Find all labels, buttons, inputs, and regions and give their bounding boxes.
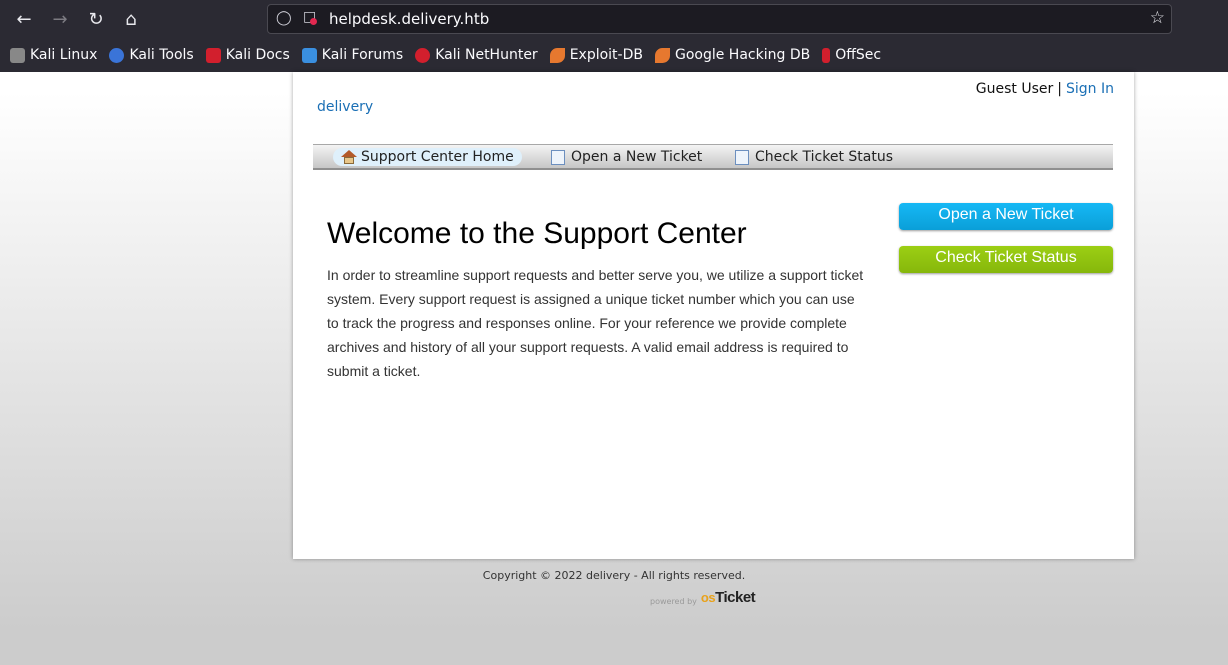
guest-user-label: Guest User xyxy=(975,81,1054,97)
bookmark-label: Kali Tools xyxy=(129,47,194,63)
osticket-logo-os: os xyxy=(700,590,716,605)
kali-nethunter-icon xyxy=(415,47,431,63)
copyright-text: Copyright © 2022 delivery - All rights r… xyxy=(482,569,746,582)
page-container: Guest User | Sign In delivery Support Cent… xyxy=(293,72,1134,559)
sign-in-link[interactable]: Sign In xyxy=(1066,81,1114,97)
home-icon[interactable]: ⌂ xyxy=(119,8,143,32)
shield-icon[interactable]: ◯ xyxy=(276,10,292,26)
forward-icon[interactable]: → xyxy=(48,8,72,32)
bookmark-label: Kali NetHunter xyxy=(435,47,538,63)
kali-dragon-icon xyxy=(10,47,25,63)
bookmark-offsec[interactable]: OffSec xyxy=(822,47,881,63)
main-nav: Support Center Home Open a New Ticket Ch… xyxy=(313,144,1113,170)
browser-toolbar: ← → ↻ ⌂ ◯ □ helpdesk.delivery.htb ☆ Kali… xyxy=(0,0,1228,72)
powered-by-label: powered by xyxy=(650,597,697,606)
main-content: Welcome to the Support Center In order t… xyxy=(327,217,867,383)
new-ticket-icon xyxy=(551,149,565,165)
bookmarks-bar: Kali Linux Kali Tools Kali Docs Kali For… xyxy=(10,44,881,66)
bookmark-label: Kali Docs xyxy=(225,47,290,63)
back-icon[interactable]: ← xyxy=(12,8,36,32)
nav-item-label: Open a New Ticket xyxy=(571,149,703,165)
home-icon xyxy=(341,149,357,165)
offsec-icon xyxy=(822,47,831,63)
kali-docs-icon xyxy=(205,47,221,63)
nav-item-label: Check Ticket Status xyxy=(755,149,893,165)
powered-by-osticket[interactable]: powered by osTicket xyxy=(650,589,756,606)
bookmark-kali-tools[interactable]: Kali Tools xyxy=(109,47,194,63)
url-text[interactable]: helpdesk.delivery.htb xyxy=(329,10,489,28)
bookmark-label: OffSec xyxy=(835,47,882,63)
exploit-db-icon xyxy=(549,47,565,63)
bookmark-label: Kali Linux xyxy=(30,47,98,63)
nav-support-center-home[interactable]: Support Center Home xyxy=(333,148,522,166)
ticket-status-icon xyxy=(735,149,749,165)
bookmark-label: Google Hacking DB xyxy=(674,47,811,63)
bookmark-kali-docs[interactable]: Kali Docs xyxy=(205,47,290,63)
check-ticket-status-button[interactable]: Check Ticket Status xyxy=(899,246,1113,273)
open-new-ticket-button[interactable]: Open a New Ticket xyxy=(899,203,1113,230)
user-area: Guest User | Sign In xyxy=(976,81,1114,97)
osticket-logo: osTicket xyxy=(700,589,756,606)
kali-tools-icon xyxy=(109,47,125,63)
welcome-text: In order to streamline support requests … xyxy=(327,267,864,379)
page-title: Welcome to the Support Center xyxy=(327,217,747,250)
osticket-logo-ticket: Ticket xyxy=(715,589,756,606)
bookmark-label: Kali Forums xyxy=(321,47,404,63)
bookmark-kali-nethunter[interactable]: Kali NetHunter xyxy=(415,47,538,63)
bookmark-kali-linux[interactable]: Kali Linux xyxy=(10,47,97,63)
site-logo[interactable]: delivery xyxy=(317,99,373,115)
separator: | xyxy=(1057,81,1062,97)
bookmark-star-icon[interactable]: ☆ xyxy=(1150,8,1165,28)
nav-check-ticket-status[interactable]: Check Ticket Status xyxy=(727,148,901,166)
bookmark-kali-forums[interactable]: Kali Forums xyxy=(301,47,404,63)
bookmark-exploit-db[interactable]: Exploit-DB xyxy=(549,47,643,63)
nav-open-new-ticket[interactable]: Open a New Ticket xyxy=(543,148,710,166)
url-bar[interactable]: ◯ □ helpdesk.delivery.htb ☆ xyxy=(267,4,1172,34)
reload-icon[interactable]: ↻ xyxy=(84,8,108,32)
nav-item-label: Support Center Home xyxy=(361,149,514,165)
kali-forums-icon xyxy=(301,47,317,63)
page-viewport: Guest User | Sign In delivery Support Cent… xyxy=(0,72,1228,665)
insecure-indicator-icon xyxy=(310,18,317,25)
bookmark-label: Exploit-DB xyxy=(569,47,643,63)
bookmark-google-hacking-db[interactable]: Google Hacking DB xyxy=(654,47,811,63)
ghdb-icon xyxy=(654,47,670,63)
